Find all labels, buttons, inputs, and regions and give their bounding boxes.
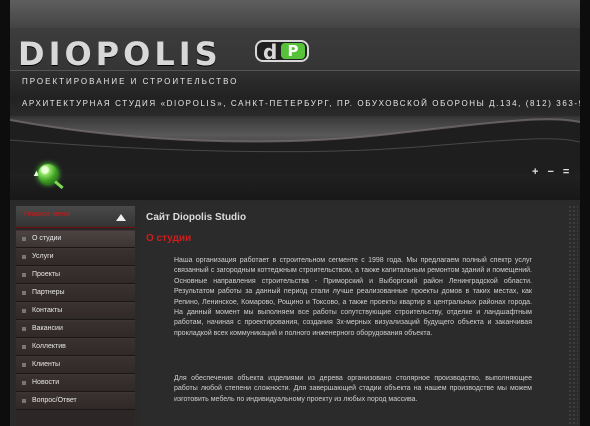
header-curve-decoration [10, 118, 580, 174]
page-title: Сайт Diopolis Studio [146, 212, 247, 223]
logo-mark[interactable]: d P [255, 40, 309, 64]
menu-item-label: Услуги [32, 253, 54, 260]
menu-item-label: Проекты [32, 271, 61, 278]
section-heading: О студии [146, 233, 192, 244]
menu-item-label: О студии [32, 235, 62, 242]
menu-item-services[interactable]: Услуги [16, 248, 135, 266]
main-menu-list: О студии Услуги Проекты Партнеры Контакт… [16, 230, 135, 410]
logo-mark-letter-p: P [281, 43, 305, 59]
bullet-icon [22, 309, 26, 313]
frame-edge-left [0, 0, 10, 426]
menu-item-partners[interactable]: Партнеры [16, 284, 135, 302]
bullet-icon [22, 291, 26, 295]
menu-item-faq[interactable]: Вопрос/Ответ [16, 392, 135, 410]
menu-item-team[interactable]: Коллектив [16, 338, 135, 356]
decorative-dot-pattern [568, 205, 578, 425]
menu-item-label: Контакты [32, 307, 63, 314]
menu-item-vacancies[interactable]: Вакансии [16, 320, 135, 338]
main-menu-title: Главное меню [24, 211, 71, 218]
zoom-out-button[interactable]: − [547, 166, 553, 178]
body-paragraph: Для обеспечения объекта изделиями из дер… [174, 375, 532, 403]
site-tagline: ПРОЕКТИРОВАНИЕ И СТРОИТЕЛЬСТВО [22, 77, 239, 86]
bullet-icon [22, 255, 26, 259]
menu-item-projects[interactable]: Проекты [16, 266, 135, 284]
logo-mark-letter-d: d [263, 40, 278, 64]
menu-item-clients[interactable]: Клиенты [16, 356, 135, 374]
body-paragraph: Наша организация работает в строительном… [174, 257, 532, 337]
bullet-icon [22, 381, 26, 385]
bullet-icon [22, 273, 26, 277]
menu-item-contacts[interactable]: Контакты [16, 302, 135, 320]
site-address: АРХИТЕКТУРНАЯ СТУДИЯ «DIOPOLIS», САНКТ-П… [22, 99, 580, 108]
triangle-up-icon[interactable] [116, 214, 126, 221]
menu-item-about[interactable]: О студии [16, 230, 135, 248]
bullet-icon [22, 399, 26, 403]
bullet-icon [22, 327, 26, 331]
menu-item-label: Новости [32, 379, 60, 386]
main-menu: Главное меню О студии Услуги Проекты Пар… [16, 206, 135, 426]
menu-item-news[interactable]: Новости [16, 374, 135, 392]
menu-item-label: Вакансии [32, 325, 63, 332]
zoom-reset-button[interactable]: = [563, 166, 569, 178]
text-size-controls: + − = [532, 166, 569, 178]
bullet-icon [22, 237, 26, 241]
menu-item-label: Партнеры [32, 289, 65, 296]
menu-item-label: Вопрос/Ответ [32, 397, 77, 404]
main-menu-header[interactable]: Главное меню [16, 206, 135, 228]
main-content: Сайт Diopolis Studio О студии Наша орган… [140, 206, 580, 426]
search-handle-icon [54, 180, 64, 190]
header-top-strip [10, 0, 580, 28]
site-logo[interactable]: DIOPOLIS [18, 38, 222, 70]
frame-edge-right [580, 0, 590, 426]
bullet-icon [22, 345, 26, 349]
zoom-in-button[interactable]: + [532, 166, 538, 178]
menu-item-label: Клиенты [32, 361, 61, 368]
menu-item-label: Коллектив [32, 343, 66, 350]
bullet-icon [22, 363, 26, 367]
site-header: DIOPOLIS d P ПРОЕКТИРОВАНИЕ И СТРОИТЕЛЬС… [10, 0, 580, 200]
